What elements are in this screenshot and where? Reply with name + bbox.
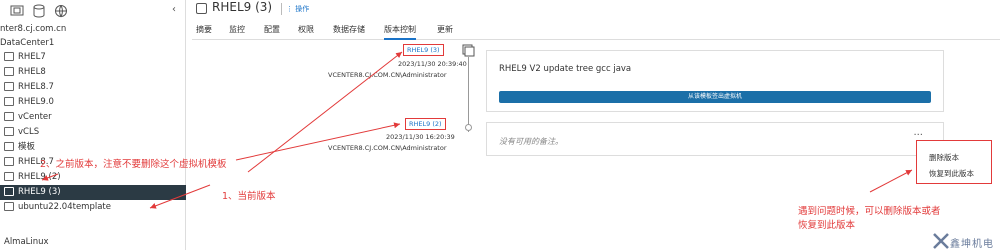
annotation-problem-hint-2: 恢复到此版本 bbox=[798, 220, 856, 231]
arrow-to-tree-rhel9-2 bbox=[41, 173, 59, 181]
annotation-previous-version: 2、之前版本，注意不要删除这个虚拟机模板 bbox=[40, 159, 227, 170]
arrow-to-context-menu bbox=[869, 169, 913, 193]
watermark-text: 鑫坤机电 bbox=[950, 239, 994, 250]
arrow-to-previous-version bbox=[235, 122, 401, 161]
annotation-current-version: 1、当前版本 bbox=[222, 191, 276, 202]
watermark: 鑫坤机电 bbox=[932, 232, 1000, 250]
arrow-to-current-version bbox=[247, 51, 403, 173]
watermark-logo-icon bbox=[933, 233, 949, 249]
annotation-problem-hint: 遇到问题时候，可以删除版本或者 bbox=[798, 206, 941, 217]
arrow-to-selected-template bbox=[149, 184, 211, 209]
